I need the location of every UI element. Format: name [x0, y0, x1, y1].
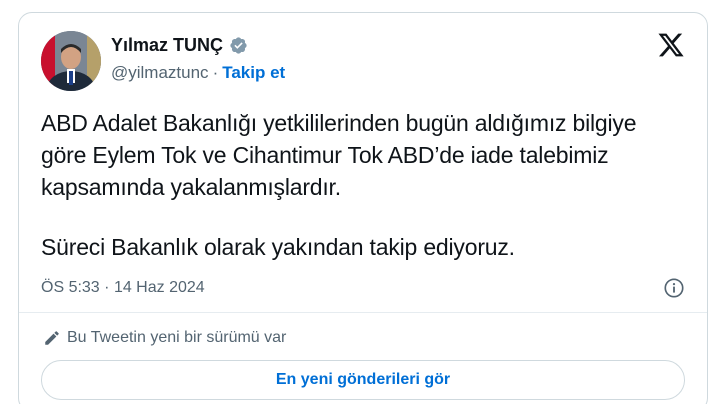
follow-link[interactable]: Takip et	[222, 63, 285, 83]
avatar[interactable]	[41, 31, 101, 91]
author-handle-row: @yilmaztunc · Takip et	[111, 63, 285, 83]
handle-separator: ·	[212, 63, 219, 82]
tweet-card: Yılmaz TUNÇ @yilmaztunc · Takip et ABD A…	[18, 12, 708, 404]
version-notice-text: Bu Tweetin yeni bir sürümü var	[67, 329, 287, 346]
author-name-row: Yılmaz TUNÇ	[111, 35, 248, 56]
pencil-icon	[45, 331, 59, 345]
see-latest-posts-button[interactable]: En yeni gönderileri gör	[41, 360, 685, 400]
tweet-time: ÖS 5:33	[41, 279, 100, 296]
verified-badge-icon	[230, 37, 247, 54]
tweet-paragraph-2: Süreci Bakanlık olarak yakından takip ed…	[41, 234, 515, 260]
tweet-date: 14 Haz 2024	[113, 279, 205, 296]
tweet-text: ABD Adalet Bakanlığı yetkililerinden bug…	[41, 107, 681, 263]
divider	[19, 312, 707, 313]
tweet-timestamp[interactable]: ÖS 5:33 · 14 Haz 2024	[41, 279, 205, 297]
version-notice: Bu Tweetin yeni bir sürümü var	[43, 329, 286, 347]
author-name[interactable]: Yılmaz TUNÇ	[111, 35, 223, 56]
info-icon[interactable]	[663, 277, 685, 299]
author-handle[interactable]: @yilmaztunc	[111, 63, 209, 83]
meta-separator: ·	[104, 279, 110, 296]
x-logo-icon[interactable]	[657, 31, 685, 59]
tweet-paragraph-1: ABD Adalet Bakanlığı yetkililerinden bug…	[41, 110, 637, 200]
